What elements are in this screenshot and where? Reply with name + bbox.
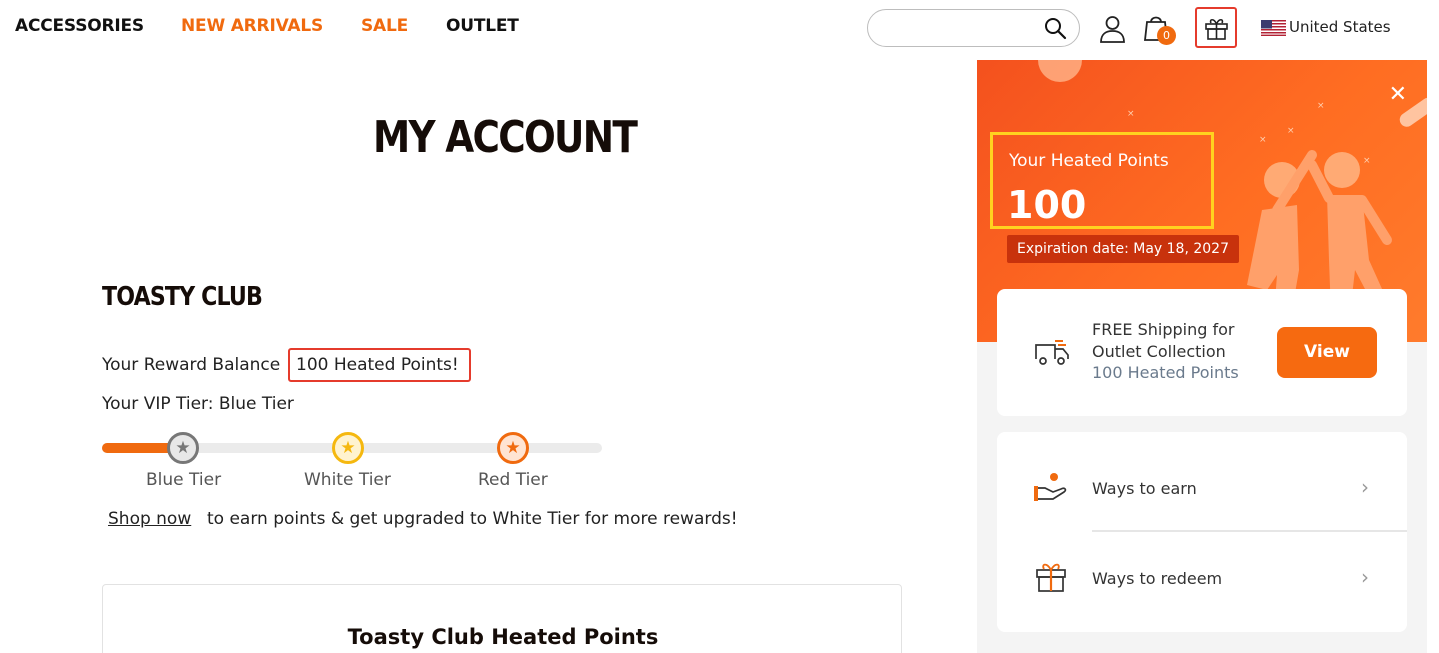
tier-marker-red: ★ xyxy=(497,432,529,464)
view-offer-button[interactable]: View xyxy=(1277,327,1377,378)
page-title: MY ACCOUNT xyxy=(373,112,638,163)
tier-label-white: White Tier xyxy=(304,470,391,490)
club-title: TOASTY CLUB xyxy=(102,282,263,312)
nav-new-arrivals[interactable]: NEW ARRIVALS xyxy=(181,16,323,36)
nav-outlet[interactable]: OUTLET xyxy=(446,16,519,36)
truck-icon xyxy=(1035,340,1069,365)
heated-points-card-title: Toasty Club Heated Points xyxy=(347,625,659,649)
rewards-panel: × × × × × ✕ Your Heated Points 100 Expir… xyxy=(977,60,1427,653)
svg-text:×: × xyxy=(1287,126,1295,136)
nav-accessories[interactable]: ACCESSORIES xyxy=(15,16,144,36)
tier-marker-blue: ★ xyxy=(167,432,199,464)
svg-text:×: × xyxy=(1259,135,1267,145)
star-icon: ★ xyxy=(340,437,356,458)
vip-tier-text: Your VIP Tier: Blue Tier xyxy=(102,394,294,414)
nav-sale[interactable]: SALE xyxy=(361,16,408,36)
gift-icon xyxy=(1205,18,1228,40)
svg-text:×: × xyxy=(1363,156,1371,166)
chevron-right-icon: › xyxy=(1361,475,1369,499)
shipping-offer-line1: FREE Shipping for xyxy=(1092,320,1235,339)
ways-card: Ways to earn › Ways to redeem › xyxy=(997,432,1407,632)
earn-hand-icon xyxy=(1034,473,1067,501)
us-flag-icon[interactable] xyxy=(1261,20,1286,36)
shipping-offer-points: 100 Heated Points xyxy=(1092,363,1239,382)
rewards-gift-button[interactable] xyxy=(1195,7,1237,48)
reward-balance-value: 100 Heated Points! xyxy=(288,348,471,382)
user-icon[interactable] xyxy=(1099,15,1126,43)
country-selector[interactable]: United States xyxy=(1289,18,1391,36)
svg-text:×: × xyxy=(1317,101,1325,111)
ways-to-redeem-row[interactable]: Ways to redeem › xyxy=(997,532,1407,632)
shop-now-link[interactable]: Shop now xyxy=(108,509,191,529)
heated-points-box: Your Heated Points 100 xyxy=(990,132,1214,229)
shop-now-description: to earn points & get upgraded to White T… xyxy=(207,509,738,529)
reward-balance-label: Your Reward Balance xyxy=(102,355,281,375)
cart-count-badge: 0 xyxy=(1157,26,1176,45)
tier-label-red: Red Tier xyxy=(478,470,548,490)
shipping-offer-title: FREE Shipping for Outlet Collection xyxy=(1092,319,1235,363)
shipping-offer-card: FREE Shipping for Outlet Collection 100 … xyxy=(997,289,1407,416)
shipping-offer-line2: Outlet Collection xyxy=(1092,342,1226,361)
close-icon[interactable]: ✕ xyxy=(1389,84,1407,106)
heated-points-value: 100 xyxy=(1007,183,1087,227)
star-icon: ★ xyxy=(505,437,521,458)
svg-text:×: × xyxy=(1127,109,1135,119)
tier-label-blue: Blue Tier xyxy=(146,470,222,490)
heated-points-label: Your Heated Points xyxy=(1009,151,1169,171)
expiration-badge: Expiration date: May 18, 2027 xyxy=(1007,235,1239,263)
heated-points-card: Toasty Club Heated Points xyxy=(102,584,902,653)
ways-to-earn-label: Ways to earn xyxy=(1092,479,1197,498)
search-input[interactable] xyxy=(867,9,1080,47)
tier-marker-white: ★ xyxy=(332,432,364,464)
ways-to-redeem-label: Ways to redeem xyxy=(1092,569,1223,588)
chevron-right-icon: › xyxy=(1361,565,1369,589)
star-icon: ★ xyxy=(175,437,191,458)
gift-icon xyxy=(1036,563,1066,592)
search-icon[interactable] xyxy=(1043,16,1067,40)
ways-to-earn-row[interactable]: Ways to earn › xyxy=(997,432,1407,530)
